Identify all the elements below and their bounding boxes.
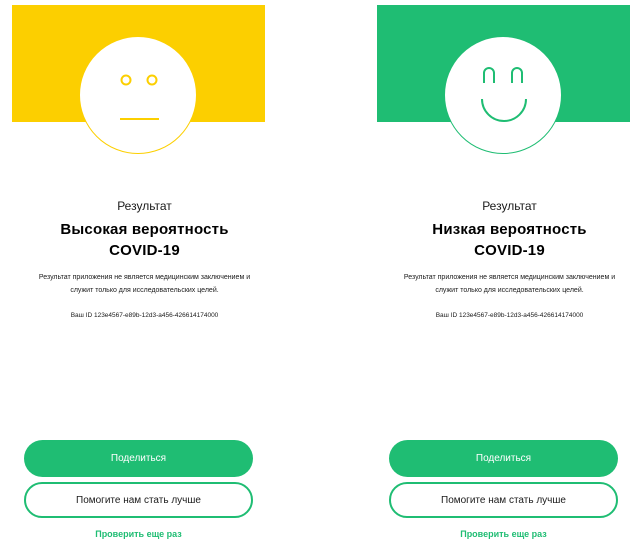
- retry-link[interactable]: Проверить еще раз: [12, 529, 265, 539]
- user-id-text: Ваш ID 123e4567-e89b-12d3-a456-426614174…: [435, 312, 584, 319]
- result-title-line2: COVID-19: [109, 242, 180, 259]
- result-title-line1: Высокая вероятность: [60, 221, 229, 238]
- disclaimer-text: Результат приложения не является медицин…: [38, 274, 251, 294]
- result-screen-high: Результат Высокая вероятность COVID-19 Р…: [12, 0, 277, 546]
- share-button[interactable]: Поделиться: [24, 440, 253, 477]
- result-subtitle: Результат: [117, 199, 172, 213]
- result-screen-low: Результат Низкая вероятность COVID-19 Ре…: [377, 0, 630, 546]
- help-us-button[interactable]: Помогите нам стать лучше: [389, 482, 618, 518]
- result-title-line1: Низкая вероятность: [432, 221, 587, 238]
- result-text-block: Результат Высокая вероятность COVID-19 Р…: [12, 199, 277, 321]
- share-button[interactable]: Поделиться: [389, 440, 618, 477]
- result-text-block: Результат Низкая вероятность COVID-19 Ре…: [377, 199, 630, 321]
- help-us-button[interactable]: Помогите нам стать лучше: [24, 482, 253, 518]
- result-subtitle: Результат: [482, 199, 537, 213]
- disclaimer-text: Результат приложения не является медицин…: [403, 274, 616, 294]
- face-circle: [79, 36, 197, 154]
- smiling-face-icon: [481, 67, 527, 122]
- result-title: Высокая вероятность COVID-19: [12, 219, 277, 261]
- result-title: Низкая вероятность COVID-19: [377, 219, 630, 261]
- face-circle: [444, 36, 562, 154]
- result-title-line2: COVID-19: [474, 242, 545, 259]
- user-id-text: Ваш ID 123e4567-e89b-12d3-a456-426614174…: [70, 312, 219, 319]
- retry-link[interactable]: Проверить еще раз: [377, 529, 630, 539]
- neutral-face-icon: [120, 74, 159, 120]
